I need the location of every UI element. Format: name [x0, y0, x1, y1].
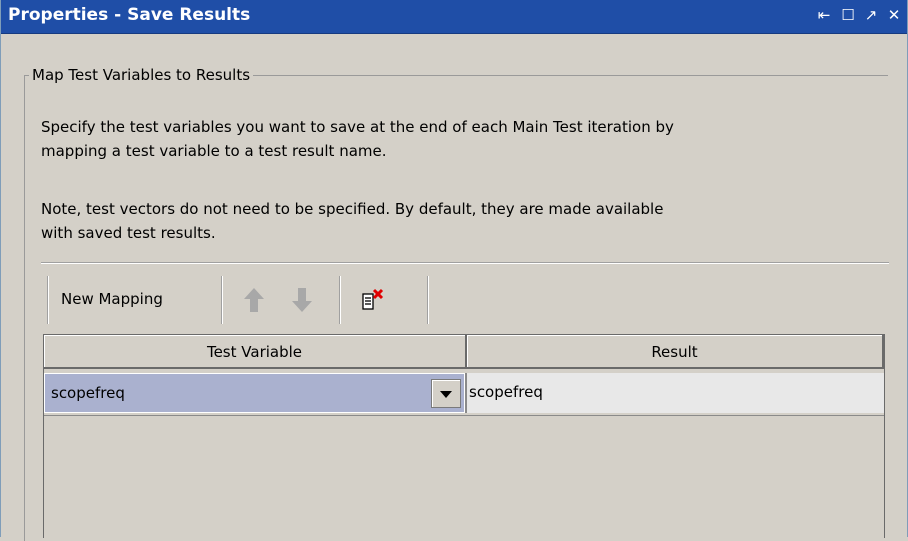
pin-icon[interactable]: ⇤ — [815, 6, 833, 24]
column-header-test-variable[interactable]: Test Variable — [44, 335, 467, 369]
toolbar-separator — [221, 276, 223, 324]
toolbar-separator — [47, 276, 49, 324]
description-line: Specify the test variables you want to s… — [41, 118, 674, 136]
mapping-table: Test Variable Result scopefreq scopefreq — [43, 334, 885, 538]
test-variable-value: scopefreq — [51, 384, 125, 402]
group-title: Map Test Variables to Results — [29, 66, 254, 84]
properties-window: Properties - Save Results ⇤ ☐ ↗ ✕ Map Te… — [0, 0, 908, 541]
new-mapping-button[interactable]: New Mapping — [61, 290, 163, 308]
window-title: Properties - Save Results — [8, 5, 251, 25]
description-line: Note, test vectors do not need to be spe… — [41, 200, 664, 218]
result-value: scopefreq — [469, 383, 543, 401]
toolbar-separator — [427, 276, 429, 324]
test-variable-cell[interactable]: scopefreq — [44, 373, 465, 413]
chevron-down-icon — [440, 391, 452, 398]
close-icon[interactable]: ✕ — [885, 6, 903, 24]
column-header-result[interactable]: Result — [467, 335, 884, 369]
mapping-toolbar: New Mapping — [47, 276, 447, 324]
description-text-1: Specify the test variables you want to s… — [41, 115, 871, 163]
move-up-icon[interactable] — [243, 287, 265, 313]
move-down-icon[interactable] — [291, 287, 313, 313]
restore-icon[interactable]: ↗ — [862, 6, 880, 24]
delete-mapping-icon[interactable] — [361, 288, 385, 312]
description-line: mapping a test variable to a test result… — [41, 142, 387, 160]
description-text-2: Note, test vectors do not need to be spe… — [41, 197, 871, 245]
title-bar[interactable]: Properties - Save Results ⇤ ☐ ↗ ✕ — [1, 0, 907, 34]
separator — [41, 262, 889, 264]
result-cell[interactable]: scopefreq — [465, 373, 884, 413]
maximize-icon[interactable]: ☐ — [839, 6, 857, 24]
description-line: with saved test results. — [41, 224, 216, 242]
toolbar-separator — [339, 276, 341, 324]
dropdown-button[interactable] — [431, 379, 461, 408]
table-row[interactable]: scopefreq scopefreq — [44, 371, 884, 416]
